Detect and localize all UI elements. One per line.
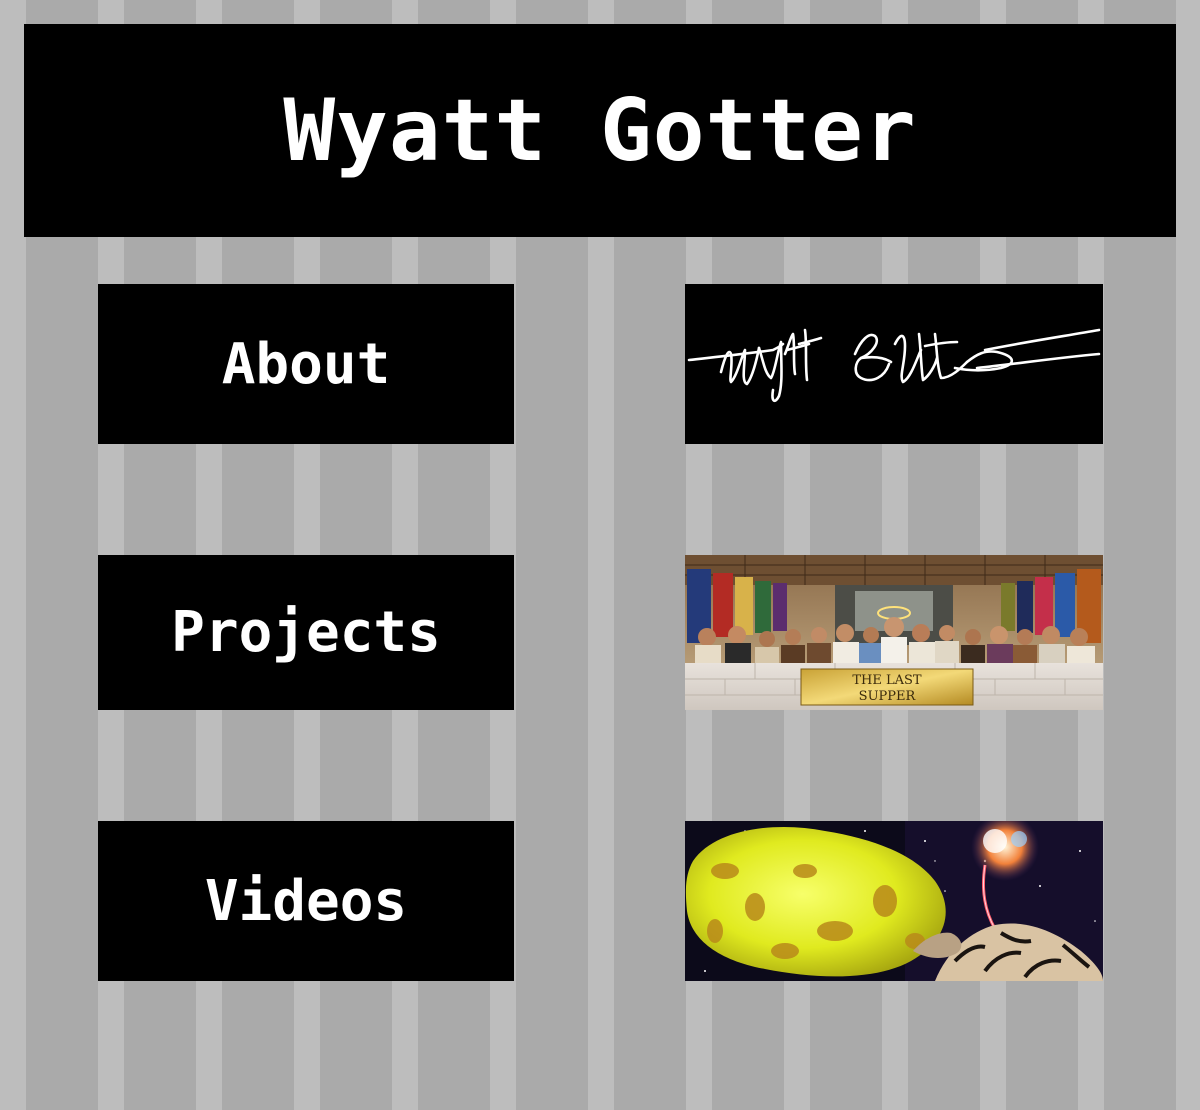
plaque-line1: THE LAST: [852, 673, 922, 688]
projects-thumbnail[interactable]: THE LAST SUPPER: [685, 555, 1103, 710]
space-art-image: [685, 821, 1103, 981]
signature-thumbnail[interactable]: [685, 284, 1103, 444]
last-supper-image: THE LAST SUPPER: [685, 555, 1103, 710]
plaque-line2: SUPPER: [859, 689, 917, 704]
videos-button[interactable]: Videos: [98, 821, 514, 981]
site-header: Wyatt Gotter: [24, 24, 1176, 237]
about-label: About: [221, 331, 391, 397]
videos-label: Videos: [204, 868, 408, 934]
about-button[interactable]: About: [98, 284, 514, 444]
projects-label: Projects: [171, 600, 441, 665]
signature-image: [685, 284, 1103, 444]
site-title: Wyatt Gotter: [283, 80, 917, 181]
projects-button[interactable]: Projects: [98, 555, 514, 710]
videos-thumbnail[interactable]: [685, 821, 1103, 981]
